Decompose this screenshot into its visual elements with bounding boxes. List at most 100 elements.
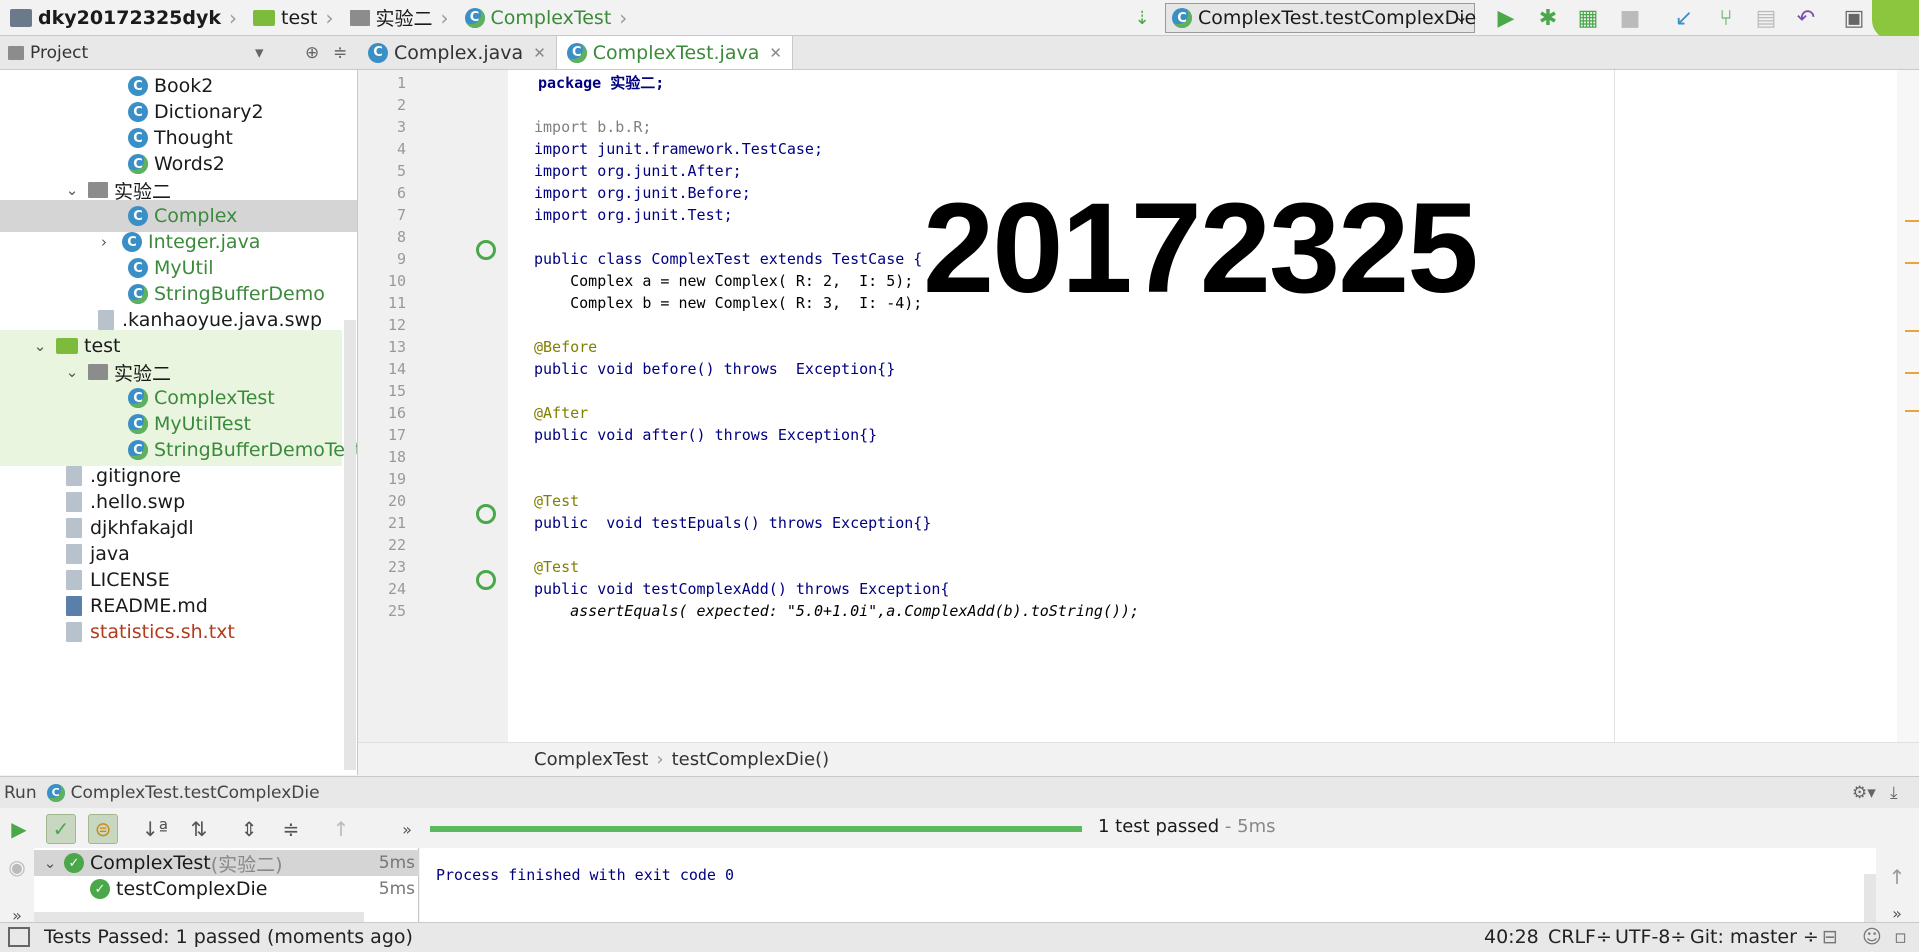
class-icon: C bbox=[128, 76, 148, 96]
structure-icon[interactable]: ▣ bbox=[1840, 4, 1868, 32]
folder-icon bbox=[253, 9, 276, 26]
class-icon: C bbox=[368, 42, 388, 63]
test-summary: 1 test passed - 5ms bbox=[1098, 816, 1276, 837]
vcs-update-icon[interactable]: ↙ bbox=[1670, 4, 1698, 32]
code-editor[interactable]: 1 2 3 4 5 6 7 8 9 10 11 12 13 14 15 16 1… bbox=[358, 70, 1919, 742]
expand-all-icon[interactable]: ⇕ bbox=[234, 814, 264, 844]
project-panel-header: Project ▾ ⊕ ≑ ⚙ bbox=[0, 36, 385, 70]
status-message: Tests Passed: 1 passed (moments ago) bbox=[44, 926, 413, 948]
error-stripe[interactable] bbox=[1897, 70, 1919, 742]
git-branch[interactable]: Git: master ÷ bbox=[1690, 926, 1819, 948]
show-ignored-icon[interactable]: ⊜ bbox=[88, 814, 118, 844]
chevron-down-icon[interactable]: ⌄ bbox=[62, 363, 82, 381]
sort-alpha-icon[interactable]: ↓ª bbox=[140, 814, 170, 844]
collapse-all-icon[interactable]: ≑ bbox=[276, 814, 306, 844]
tab-complex-java[interactable]: C Complex.java ✕ bbox=[358, 36, 557, 69]
plugin-mascot-icon bbox=[1872, 0, 1919, 40]
project-tree: C Book2 C Dictionary2 C Thought C Words2 ⌄ 实验… bbox=[0, 70, 358, 775]
run-configuration-select[interactable]: C ComplexTest.testComplexDie ⌄ bbox=[1165, 3, 1476, 33]
hide-panel-icon[interactable]: ⤓ bbox=[1890, 783, 1898, 803]
file-icon bbox=[66, 518, 82, 538]
editor-breadcrumb: ComplexTest › testComplexDie() bbox=[358, 742, 1919, 776]
more-icon[interactable]: » bbox=[392, 814, 422, 844]
chevron-down-icon[interactable]: ⌄ bbox=[40, 854, 60, 872]
line-number: 25 bbox=[387, 602, 406, 620]
panel-icon bbox=[8, 45, 24, 60]
close-icon[interactable]: ✕ bbox=[533, 44, 546, 62]
class-icon: C bbox=[128, 102, 148, 122]
watermark-text: 20172325 bbox=[923, 177, 1478, 320]
code-line: import org.junit.Test; bbox=[534, 206, 733, 224]
gear-icon[interactable]: ⚙▾ bbox=[1852, 783, 1876, 803]
toggle-tool-windows-icon[interactable] bbox=[8, 927, 30, 947]
chevron-down-icon[interactable]: ⌄ bbox=[30, 337, 50, 355]
test-class-icon: C bbox=[128, 414, 148, 434]
breadcrumb-test[interactable]: test › bbox=[243, 0, 340, 36]
coverage-icon[interactable]: ▦ bbox=[1574, 4, 1602, 32]
tab-complextest-java[interactable]: C ComplexTest.java ✕ bbox=[556, 36, 793, 69]
close-icon[interactable]: ✕ bbox=[769, 44, 782, 62]
markdown-file-icon bbox=[66, 596, 82, 616]
event-log-icon[interactable]: ▫ bbox=[1894, 926, 1907, 948]
vcs-compare-icon[interactable]: ▤ bbox=[1752, 4, 1780, 32]
chevron-right-icon[interactable]: › bbox=[94, 233, 114, 251]
run-test-gutter-icon[interactable] bbox=[476, 570, 496, 590]
chevron-down-icon[interactable]: ⌄ bbox=[62, 181, 82, 199]
file-icon bbox=[66, 492, 82, 512]
locate-icon[interactable]: ⊕ bbox=[305, 43, 319, 63]
status-bar: Tests Passed: 1 passed (moments ago) 40:… bbox=[0, 922, 1919, 952]
tree-item[interactable]: statistics.sh.txt bbox=[0, 616, 342, 648]
caret-position[interactable]: 40:28 bbox=[1484, 926, 1539, 948]
show-passed-icon[interactable]: ✓ bbox=[46, 814, 76, 844]
scroll-up-icon[interactable]: ↑ bbox=[1882, 862, 1912, 892]
test-suite-row[interactable]: ⌄ ✓ ComplexTest (实验二) 5ms bbox=[34, 850, 419, 876]
collapse-icon[interactable]: ≑ bbox=[333, 43, 347, 63]
code-line: public void before() throws Exception{} bbox=[534, 360, 896, 378]
sort-duration-icon[interactable]: ⇅ bbox=[184, 814, 214, 844]
vcs-commit-icon[interactable]: ⑂ bbox=[1712, 4, 1740, 32]
code-line: public void after() throws Exception{} bbox=[534, 426, 878, 444]
editor-tabs: C Complex.java ✕ C ComplexTest.java ✕ bbox=[358, 36, 1919, 70]
run-icon[interactable]: ▶ bbox=[1492, 4, 1520, 32]
class-icon: C bbox=[128, 128, 148, 148]
test-progress-bar bbox=[430, 826, 1082, 832]
code-line: Complex b = new Complex( R: 3, I: -4); bbox=[534, 294, 923, 312]
console-output[interactable]: Process finished with exit code 0 bbox=[420, 848, 1876, 932]
breadcrumb-package[interactable]: 实验二 › bbox=[340, 0, 455, 36]
run-test-gutter-icon[interactable] bbox=[476, 240, 496, 260]
passed-icon: ✓ bbox=[64, 853, 84, 873]
run-test-gutter-icon[interactable] bbox=[476, 504, 496, 524]
test-class-icon: C bbox=[128, 440, 148, 460]
previous-icon[interactable]: ↑ bbox=[326, 814, 356, 844]
breadcrumb-class[interactable]: C ComplexTest › bbox=[455, 0, 634, 36]
sort-icon[interactable]: ⇣ bbox=[1128, 4, 1156, 32]
pin-icon[interactable]: ◉ bbox=[2, 852, 32, 882]
chevron-down-icon[interactable]: ▾ bbox=[255, 43, 264, 63]
rerun-icon[interactable]: ▶ bbox=[4, 814, 34, 844]
inspector-icon[interactable]: ☺ bbox=[1862, 926, 1882, 948]
tree-scrollbar[interactable] bbox=[344, 320, 356, 770]
revert-icon[interactable]: ↶ bbox=[1792, 4, 1820, 32]
debug-icon[interactable]: ✱ bbox=[1534, 4, 1562, 32]
passed-icon: ✓ bbox=[90, 879, 110, 899]
class-icon: C bbox=[122, 232, 142, 252]
project-icon bbox=[10, 8, 32, 27]
chevron-down-icon: ⌄ bbox=[1454, 7, 1468, 26]
horizontal-scrollbar[interactable] bbox=[34, 912, 364, 922]
class-icon: C bbox=[128, 206, 148, 226]
file-icon bbox=[66, 544, 82, 564]
console-side-toolbar: ↑ » bbox=[1876, 848, 1919, 932]
right-margin-guide bbox=[1614, 70, 1615, 742]
test-results-tree: ⌄ ✓ ComplexTest (实验二) 5ms ✓ testComplexD… bbox=[34, 848, 419, 932]
class-icon: C bbox=[128, 258, 148, 278]
stop-icon[interactable]: ■ bbox=[1616, 4, 1644, 32]
test-class-icon: C bbox=[464, 7, 485, 28]
lock-icon[interactable]: ⊟ bbox=[1822, 926, 1838, 948]
line-separator[interactable]: CRLF÷ bbox=[1548, 926, 1612, 948]
run-panel-header: Run C ComplexTest.testComplexDie ⚙▾ ⤓ bbox=[0, 776, 1919, 808]
test-class-icon: C bbox=[46, 783, 65, 802]
file-icon bbox=[66, 622, 82, 642]
file-encoding[interactable]: UTF-8÷ bbox=[1615, 926, 1686, 948]
breadcrumb-project[interactable]: dky20172325dyk › bbox=[0, 0, 243, 36]
test-case-row[interactable]: ✓ testComplexDie 5ms bbox=[34, 876, 419, 902]
